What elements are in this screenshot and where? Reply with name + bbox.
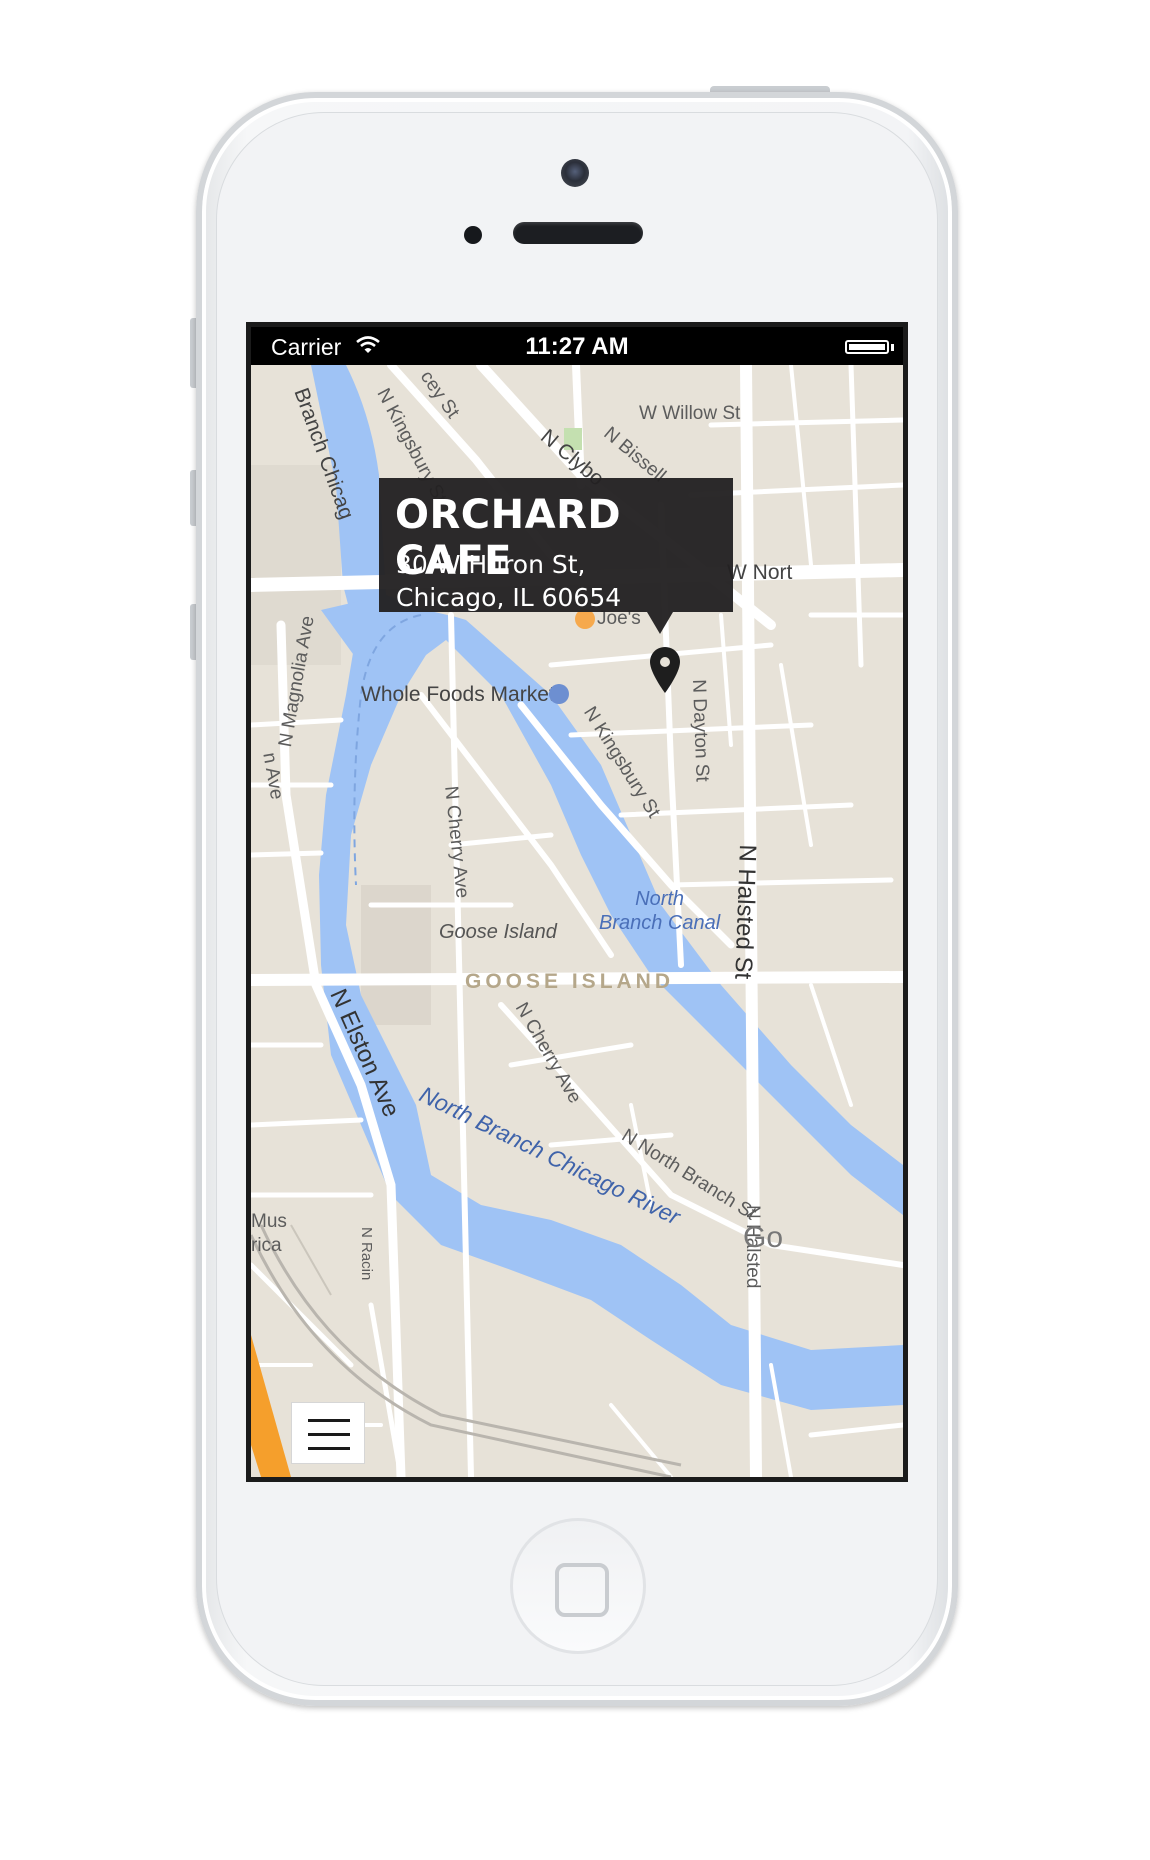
map-label: W Nort [727,561,793,584]
menu-line [308,1433,350,1436]
home-button[interactable] [510,1518,646,1654]
status-bar: Carrier 11:27 AM [251,327,903,365]
status-time: 11:27 AM [525,333,629,360]
battery-tip [891,344,894,351]
map-view[interactable]: Branch Chicag N Kingsbury St cey St N Cl… [251,365,903,1477]
map-label: rica [251,1235,282,1256]
earpiece-speaker [513,222,643,244]
menu-line [308,1419,350,1422]
hamburger-menu-icon[interactable] [291,1402,365,1464]
map-label: North Branch Canal [599,888,721,934]
map-label: W Willow St [639,403,741,424]
map-label: Mus [251,1211,287,1232]
restaurant-poi-icon[interactable] [575,609,595,629]
shopping-poi-icon[interactable] [549,684,569,704]
location-callout[interactable]: ORCHARD CAFE 30 W Huron St, Chicago, IL … [379,478,733,612]
battery-icon [845,340,889,354]
place-address-line1: 30 W Huron St, [396,550,586,579]
map-label: N Racin [358,1227,375,1281]
map-label: N Halsted St [729,844,761,980]
callout-pointer [647,612,673,634]
menu-line [308,1447,350,1450]
phone-screen: Carrier 11:27 AM Branch Chicag N Kingsbu… [246,322,908,1482]
front-camera [561,159,589,187]
proximity-sensor [464,226,482,244]
map-label: Whole Foods Market [361,683,555,706]
map-label: N Dayton St [688,679,713,783]
place-address-line2: Chicago, IL 60654 [396,583,622,612]
map-label: Goose Island [439,921,557,943]
google-logo: Go [743,1221,784,1254]
home-square-icon [555,1563,609,1617]
map-label: GOOSE ISLAND [465,970,675,993]
